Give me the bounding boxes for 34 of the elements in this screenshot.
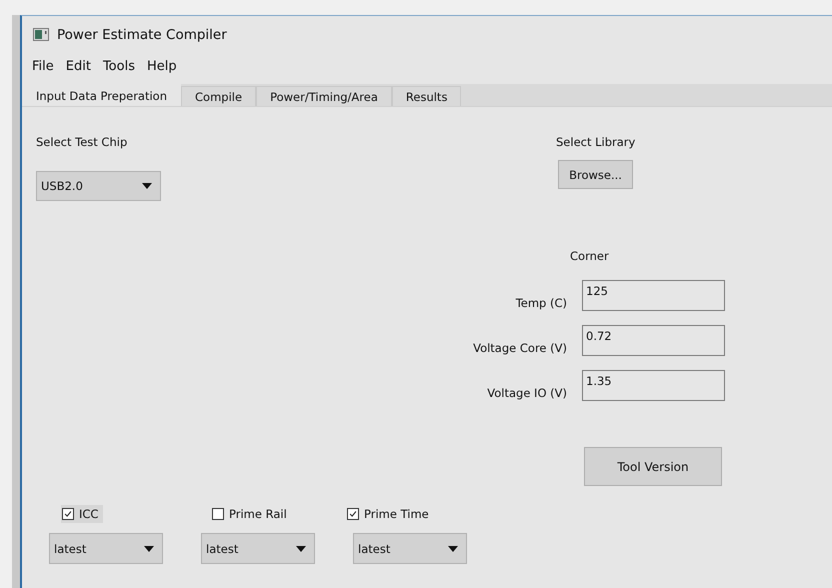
checkmark-icon: [347, 508, 359, 520]
menu-item[interactable]: Tools: [96, 59, 141, 79]
input-field[interactable]: 125: [582, 280, 725, 311]
window-title: Power Estimate Compiler: [57, 26, 227, 42]
menu-item[interactable]: Help: [140, 59, 183, 79]
field-label: Voltage Core (V): [472, 340, 568, 354]
checkmark-icon: [62, 508, 74, 520]
field-label: Select Library: [556, 135, 636, 149]
tab[interactable]: Results: [392, 86, 462, 106]
input-field[interactable]: 0.72: [582, 325, 725, 356]
browse-button[interactable]: Browse...: [558, 160, 633, 189]
dropdown[interactable]: latest: [353, 533, 467, 564]
input-field[interactable]: 1.35: [582, 370, 725, 401]
tab[interactable]: Power/Timing/Area: [256, 86, 392, 106]
dropdown[interactable]: latest: [201, 533, 315, 564]
caret-icon: [144, 546, 154, 552]
checkbox[interactable]: Prime Rail: [211, 505, 292, 523]
field-label: Voltage IO (V): [486, 386, 568, 400]
tab[interactable]: Compile: [181, 86, 256, 106]
menu-item[interactable]: File: [26, 59, 60, 79]
tab[interactable]: Input Data Preperation: [22, 84, 182, 106]
caret-icon: [296, 546, 306, 552]
dropdown[interactable]: USB2.0: [36, 171, 161, 201]
field-label: Temp (C): [514, 296, 568, 310]
tool-version-button[interactable]: Tool Version: [584, 447, 722, 486]
caret-icon: [448, 546, 458, 552]
caret-icon: [142, 183, 152, 189]
dropdown[interactable]: latest: [49, 533, 163, 564]
checkbox[interactable]: Prime Time: [346, 505, 434, 523]
section-title: Corner: [570, 249, 610, 263]
checkbox[interactable]: ICC: [61, 505, 104, 523]
field-label: Select Test Chip: [36, 135, 128, 149]
menu-item[interactable]: Edit: [60, 59, 97, 79]
app-icon: [33, 28, 49, 41]
